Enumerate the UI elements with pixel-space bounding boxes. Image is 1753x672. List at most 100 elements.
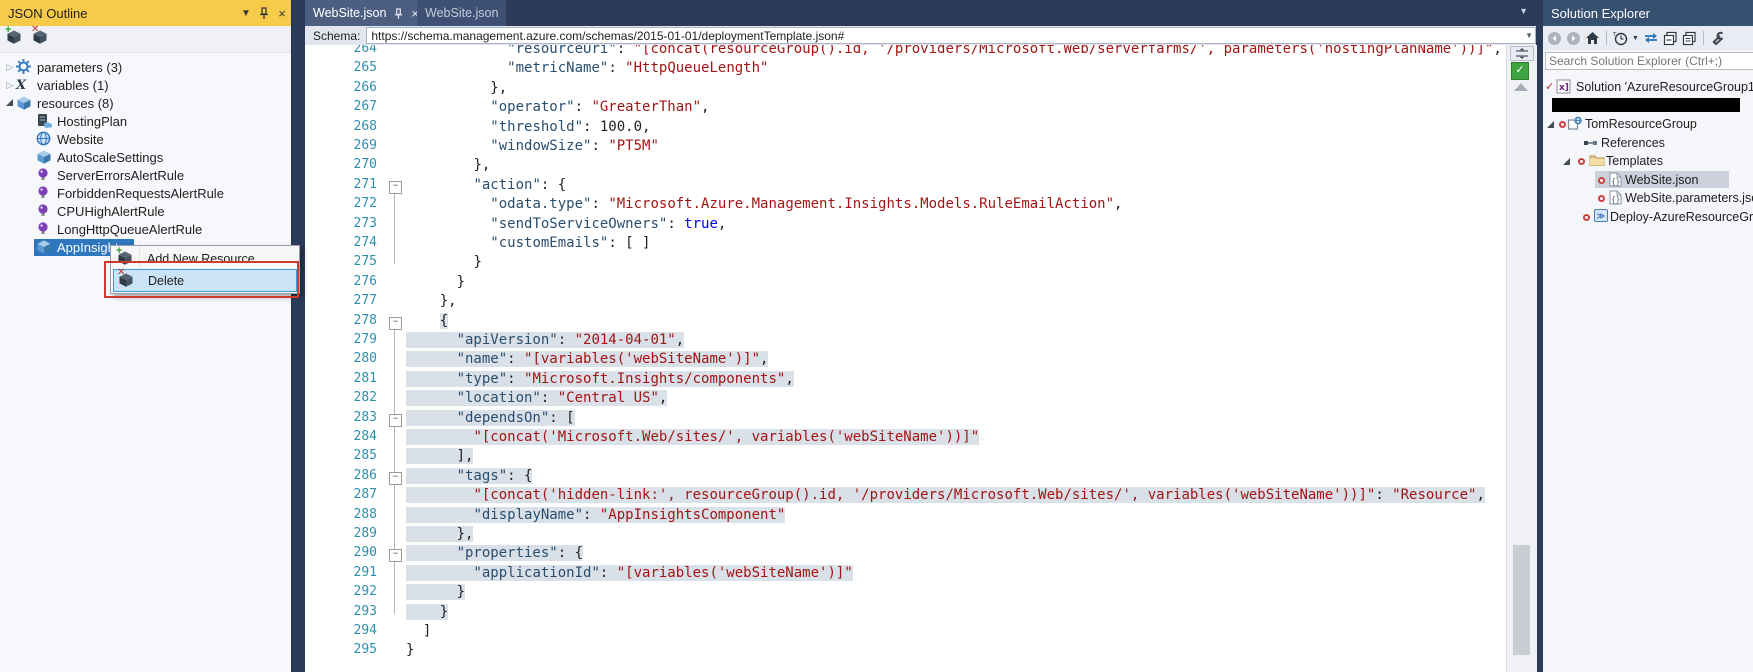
scroll-up-icon[interactable] bbox=[1514, 83, 1528, 91]
vs-window: JSON Outline ▼ × + ✕ ▷ parameters (3) ▷ Xvar… bbox=[0, 0, 1753, 672]
scroll-thumb[interactable] bbox=[1513, 545, 1530, 655]
sync-icon[interactable] bbox=[1643, 29, 1659, 47]
solution-tree-item-references[interactable]: References bbox=[1543, 134, 1753, 152]
preview-icon[interactable] bbox=[1682, 29, 1697, 47]
code-line-272[interactable]: 272 "odata.type": "Microsoft.Azure.Manag… bbox=[305, 196, 1506, 216]
code-line-284[interactable]: 284 "[concat('Microsoft.Web/sites/', var… bbox=[305, 429, 1506, 449]
outline-tree-item-longhttpqueuealertrule[interactable]: LongHttpQueueAlertRule bbox=[0, 220, 291, 238]
outline-tree-item-resources[interactable]: resources (8) bbox=[0, 94, 291, 112]
code-line-267[interactable]: 267 "operator": "GreaterThan", bbox=[305, 99, 1506, 119]
json-outline-panel: JSON Outline ▼ × + ✕ ▷ parameters (3) ▷ Xvar… bbox=[0, 0, 292, 672]
code-line-281[interactable]: 281 "type": "Microsoft.Insights/componen… bbox=[305, 370, 1506, 391]
expander-collapsed-icon[interactable]: ▷ bbox=[4, 62, 16, 73]
wrench-icon[interactable] bbox=[1710, 29, 1725, 47]
solution-tree-item-tomresourcegroup[interactable]: TomResourceGroup bbox=[1543, 115, 1753, 133]
dropdown-icon[interactable]: ▼ bbox=[1632, 29, 1639, 47]
code-editor[interactable]: 264 "resourceUri": "[concat(resourceGrou… bbox=[305, 45, 1506, 672]
solution-tree-item-solution-azureresourcegroup1-2[interactable]: ✓ x] Solution 'AzureResourceGroup1' (2 bbox=[1543, 78, 1753, 96]
line-number: 272 bbox=[353, 196, 377, 212]
cube-add-icon: + bbox=[5, 24, 22, 45]
pin-icon[interactable] bbox=[394, 7, 403, 19]
code-line-288[interactable]: 288 "displayName": "AppInsightsComponent… bbox=[305, 506, 1506, 527]
checked-out-icon bbox=[1578, 158, 1585, 165]
outline-tree-item-autoscalesettings[interactable]: AutoScaleSettings bbox=[0, 148, 291, 166]
fold-collapse-icon[interactable]: − bbox=[389, 316, 402, 330]
schema-url-combobox[interactable]: https://schema.management.azure.com/sche… bbox=[366, 27, 1536, 44]
pin-icon[interactable] bbox=[255, 4, 273, 22]
code-line-266[interactable]: 266 }, bbox=[305, 80, 1506, 100]
outline-tree-item-cpuhighalertrule[interactable]: CPUHighAlertRule bbox=[0, 202, 291, 220]
code-line-289[interactable]: 289 }, bbox=[305, 526, 1506, 546]
chevron-down-icon[interactable]: ▼ bbox=[1525, 31, 1533, 40]
solution-tree-item-deploy-azureresourcegrou[interactable]: ≫ Deploy-AzureResourceGrou bbox=[1543, 208, 1753, 226]
code-line-286[interactable]: 286− "tags": { bbox=[305, 467, 1506, 488]
solution-tree-item-website-json[interactable]: {} WebSite.json bbox=[1543, 170, 1753, 189]
code-text: } bbox=[406, 603, 449, 620]
alert-icon bbox=[36, 203, 52, 219]
menu-item-delete[interactable]: ✕ Delete bbox=[113, 267, 297, 292]
expander-collapsed-icon[interactable]: ▷ bbox=[4, 80, 16, 91]
solution-tree-item-templates[interactable]: Templates bbox=[1543, 152, 1753, 170]
code-line-275[interactable]: 275 } bbox=[305, 254, 1506, 274]
delete-resource-button[interactable]: ✕ bbox=[31, 24, 52, 49]
code-line-294[interactable]: 294 ] bbox=[305, 623, 1506, 643]
add-resource-button[interactable]: + bbox=[5, 24, 26, 49]
code-line-292[interactable]: 292 } bbox=[305, 584, 1506, 604]
window-menu-icon[interactable]: ▼ bbox=[237, 4, 255, 22]
outline-tree-item-parameters[interactable]: ▷ parameters (3) bbox=[0, 58, 291, 76]
tab-website-json-inactive[interactable]: WebSite.json bbox=[417, 0, 507, 26]
outline-tree-item-forbiddenrequestsalertrule[interactable]: ForbiddenRequestsAlertRule bbox=[0, 184, 291, 202]
outline-tree-item-variables[interactable]: ▷ Xvariables (1) bbox=[0, 76, 291, 94]
code-line-283[interactable]: 283− "dependsOn": [ bbox=[305, 409, 1506, 430]
back-icon[interactable] bbox=[1547, 29, 1562, 47]
collapse-all-icon[interactable] bbox=[1663, 29, 1678, 47]
home-icon[interactable] bbox=[1585, 29, 1600, 47]
code-line-264[interactable]: 264 "resourceUri": "[concat(resourceGrou… bbox=[305, 45, 1506, 61]
fold-collapse-icon[interactable]: − bbox=[389, 413, 402, 427]
code-line-274[interactable]: 274 "customEmails": [ ] bbox=[305, 235, 1506, 255]
fold-collapse-icon[interactable]: − bbox=[389, 471, 402, 485]
code-line-270[interactable]: 270 }, bbox=[305, 157, 1506, 177]
code-line-293[interactable]: 293 } bbox=[305, 603, 1506, 624]
outline-tree-item-servererrorsalertrule[interactable]: ServerErrorsAlertRule bbox=[0, 166, 291, 184]
code-line-282[interactable]: 282 "location": "Central US", bbox=[305, 390, 1506, 410]
line-number: 273 bbox=[353, 215, 377, 231]
code-line-268[interactable]: 268 "threshold": 100.0, bbox=[305, 119, 1506, 139]
scope-icon[interactable]: T bbox=[1613, 29, 1628, 47]
code-line-278[interactable]: 278− { bbox=[305, 312, 1506, 333]
solution-tree-item-website-parameters-json[interactable]: {} WebSite.parameters.json bbox=[1543, 189, 1753, 207]
outline-tree-item-hostingplan[interactable]: HostingPlan bbox=[0, 112, 291, 130]
fold-collapse-icon[interactable]: − bbox=[389, 549, 402, 563]
code-text: }, bbox=[473, 157, 491, 174]
code-line-290[interactable]: 290− "properties": { bbox=[305, 545, 1506, 565]
code-line-280[interactable]: 280 "name": "[variables('webSiteName')]"… bbox=[305, 351, 1506, 371]
editor-scrollbar[interactable]: ✓ bbox=[1506, 45, 1537, 672]
tab-overflow-icon[interactable]: ▼ bbox=[1519, 6, 1528, 16]
close-icon[interactable]: × bbox=[273, 4, 291, 22]
forward-icon[interactable] bbox=[1566, 29, 1581, 47]
code-text: }, bbox=[406, 526, 474, 542]
outline-tree-item-website[interactable]: Website bbox=[0, 130, 291, 148]
expander-expanded-icon[interactable] bbox=[1563, 158, 1570, 165]
code-line-295[interactable]: 295} bbox=[305, 642, 1506, 662]
line-number: 288 bbox=[353, 506, 377, 522]
code-line-271[interactable]: 271− "action": { bbox=[305, 177, 1506, 197]
code-line-291[interactable]: 291 "applicationId": "[variables('webSit… bbox=[305, 564, 1506, 585]
split-handle-icon[interactable] bbox=[1510, 46, 1534, 61]
code-line-265[interactable]: 265 "metricName": "HttpQueueLength" bbox=[305, 60, 1506, 80]
expander-expanded-icon[interactable] bbox=[6, 98, 13, 106]
code-line-273[interactable]: 273 "sendToServiceOwners": true, bbox=[305, 216, 1506, 236]
expander-expanded-icon[interactable] bbox=[1547, 121, 1554, 128]
code-text: "metricName": "HttpQueueLength" bbox=[507, 60, 769, 77]
code-line-269[interactable]: 269 "windowSize": "PT5M" bbox=[305, 138, 1506, 158]
fold-collapse-icon[interactable]: − bbox=[389, 180, 402, 194]
code-line-277[interactable]: 277 }, bbox=[305, 293, 1506, 313]
code-line-287[interactable]: 287 "[concat('hidden-link:', resourceGro… bbox=[305, 487, 1506, 507]
code-line-279[interactable]: 279 "apiVersion": "2014-04-01", bbox=[305, 332, 1506, 352]
menu-item-add-new-resource[interactable]: + Add New Resource bbox=[113, 245, 297, 269]
search-input[interactable] bbox=[1545, 52, 1753, 70]
tab-website-json-active[interactable]: WebSite.json × bbox=[305, 0, 428, 26]
code-line-276[interactable]: 276 } bbox=[305, 274, 1506, 294]
code-line-285[interactable]: 285 ], bbox=[305, 448, 1506, 468]
line-number: 281 bbox=[353, 370, 377, 386]
